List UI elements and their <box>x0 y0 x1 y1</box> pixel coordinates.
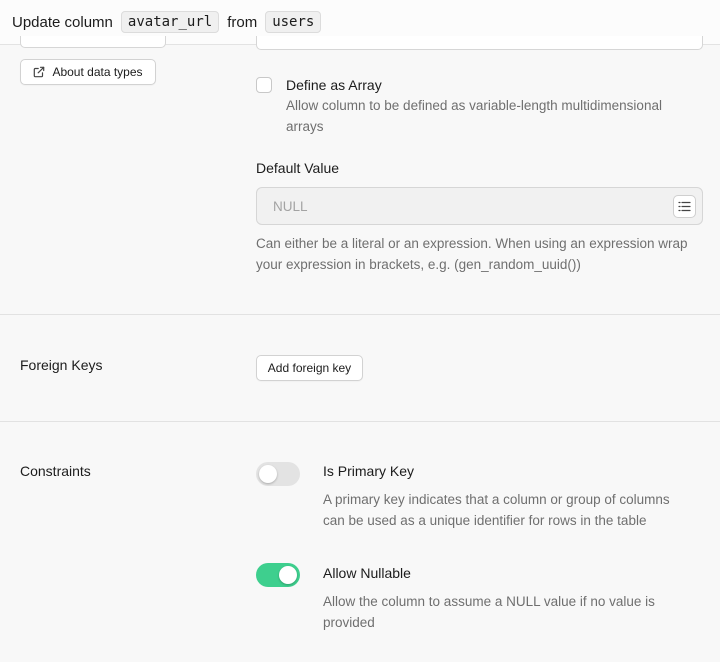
type-input-partial[interactable] <box>256 36 703 50</box>
define-as-array-description-1: Allow column to be defined as variable-l… <box>286 98 662 113</box>
primary-key-label: Is Primary Key <box>323 463 415 479</box>
about-data-types-label: About data types <box>52 65 143 79</box>
allow-nullable-toggle[interactable] <box>256 563 300 587</box>
define-as-array-description-2: arrays <box>286 119 324 134</box>
default-value-placeholder: NULL <box>273 198 308 214</box>
allow-nullable-description-1: Allow the column to assume a NULL value … <box>323 594 655 609</box>
default-value-input[interactable]: NULL <box>256 187 703 225</box>
type-select-partial[interactable] <box>20 36 166 48</box>
toggle-knob <box>279 566 297 584</box>
column-name-code: avatar_url <box>120 11 220 33</box>
foreign-keys-title: Foreign Keys <box>20 357 103 373</box>
default-value-help-2: your expression in brackets, e.g. (gen_r… <box>256 257 581 272</box>
allow-nullable-label: Allow Nullable <box>323 565 411 581</box>
external-link-icon <box>33 66 45 78</box>
constraints-title: Constraints <box>20 463 91 479</box>
section-divider <box>0 421 720 422</box>
table-name-code: users <box>265 11 322 33</box>
default-value-help-1: Can either be a literal or an expression… <box>256 236 688 251</box>
default-value-suggestions-button[interactable] <box>673 195 696 218</box>
section-divider <box>0 314 720 315</box>
define-as-array-checkbox[interactable] <box>256 77 272 93</box>
allow-nullable-description-2: provided <box>323 615 375 630</box>
add-foreign-key-label: Add foreign key <box>267 361 352 375</box>
toggle-knob <box>259 465 277 483</box>
default-value-label: Default Value <box>256 160 340 176</box>
primary-key-toggle[interactable] <box>256 462 300 486</box>
primary-key-description-2: can be used as a unique identifier for r… <box>323 513 647 528</box>
header-middle: from <box>227 13 258 31</box>
list-icon <box>678 201 691 212</box>
add-foreign-key-button[interactable]: Add foreign key <box>256 355 363 381</box>
define-as-array-label: Define as Array <box>286 77 382 93</box>
header-prefix: Update column <box>12 13 113 31</box>
about-data-types-button[interactable]: About data types <box>20 59 156 85</box>
primary-key-description-1: A primary key indicates that a column or… <box>323 492 670 507</box>
